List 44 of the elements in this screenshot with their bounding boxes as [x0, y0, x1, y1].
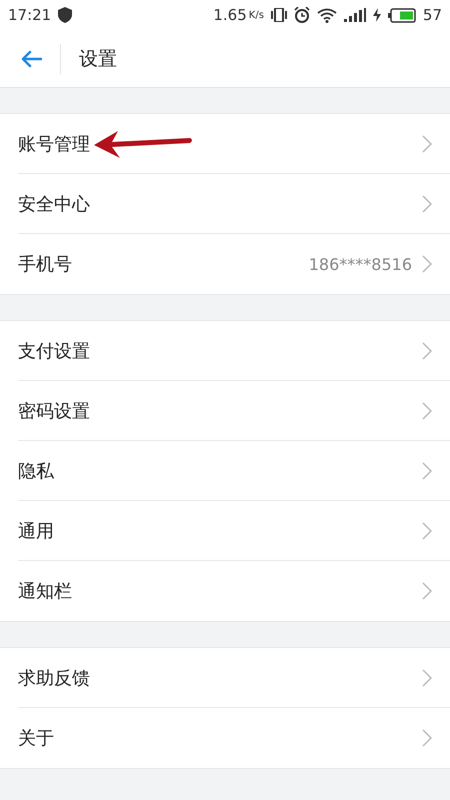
vibrate-icon	[270, 8, 287, 22]
row-label: 通用	[18, 520, 54, 542]
alarm-icon	[294, 7, 310, 23]
chevron-icon	[422, 134, 432, 152]
back-arrow-icon[interactable]	[20, 50, 42, 68]
signal-icon	[344, 8, 366, 22]
battery-percent: 57	[422, 6, 442, 24]
status-time: 17:21	[8, 6, 52, 24]
chevron-icon	[422, 462, 432, 480]
row-value: 186****8516	[308, 254, 412, 274]
row-label: 支付设置	[18, 340, 90, 362]
row-label: 手机号	[18, 253, 72, 276]
chevron-icon	[422, 194, 432, 212]
chevron-icon	[422, 729, 432, 747]
chevron-icon	[422, 522, 432, 540]
settings-row[interactable]: 支付设置	[18, 321, 450, 381]
shield-icon	[58, 7, 72, 23]
chevron-icon	[422, 582, 432, 600]
settings-row[interactable]: 账号管理	[18, 114, 450, 174]
row-label: 隐私	[18, 460, 54, 482]
row-label: 密码设置	[18, 400, 90, 422]
row-label: 安全中心	[18, 192, 90, 216]
settings-row[interactable]: 密码设置	[18, 381, 450, 441]
settings-row[interactable]: 通用	[18, 501, 450, 561]
speed-unit: K/s	[248, 10, 264, 20]
settings-row[interactable]: 手机号 186****8516	[18, 234, 450, 294]
row-label: 通知栏	[18, 580, 72, 603]
chevron-icon	[422, 402, 432, 420]
wifi-icon	[316, 8, 337, 22]
chevron-icon	[422, 668, 432, 686]
chevron-icon	[422, 255, 432, 273]
row-label: 求助反馈	[18, 666, 90, 690]
row-label: 账号管理	[18, 132, 90, 156]
settings-row[interactable]: 求助反馈	[18, 648, 450, 708]
settings-row[interactable]: 关于	[18, 708, 450, 768]
chevron-icon	[422, 342, 432, 360]
network-speed: 1.65	[213, 6, 247, 24]
settings-row[interactable]: 隐私	[18, 441, 450, 501]
row-label: 关于	[18, 727, 54, 750]
battery-icon	[388, 8, 416, 22]
settings-row[interactable]: 安全中心	[18, 174, 450, 234]
charging-icon	[372, 8, 381, 22]
settings-row[interactable]: 通知栏	[18, 561, 450, 621]
page-title: 设置	[79, 46, 117, 72]
